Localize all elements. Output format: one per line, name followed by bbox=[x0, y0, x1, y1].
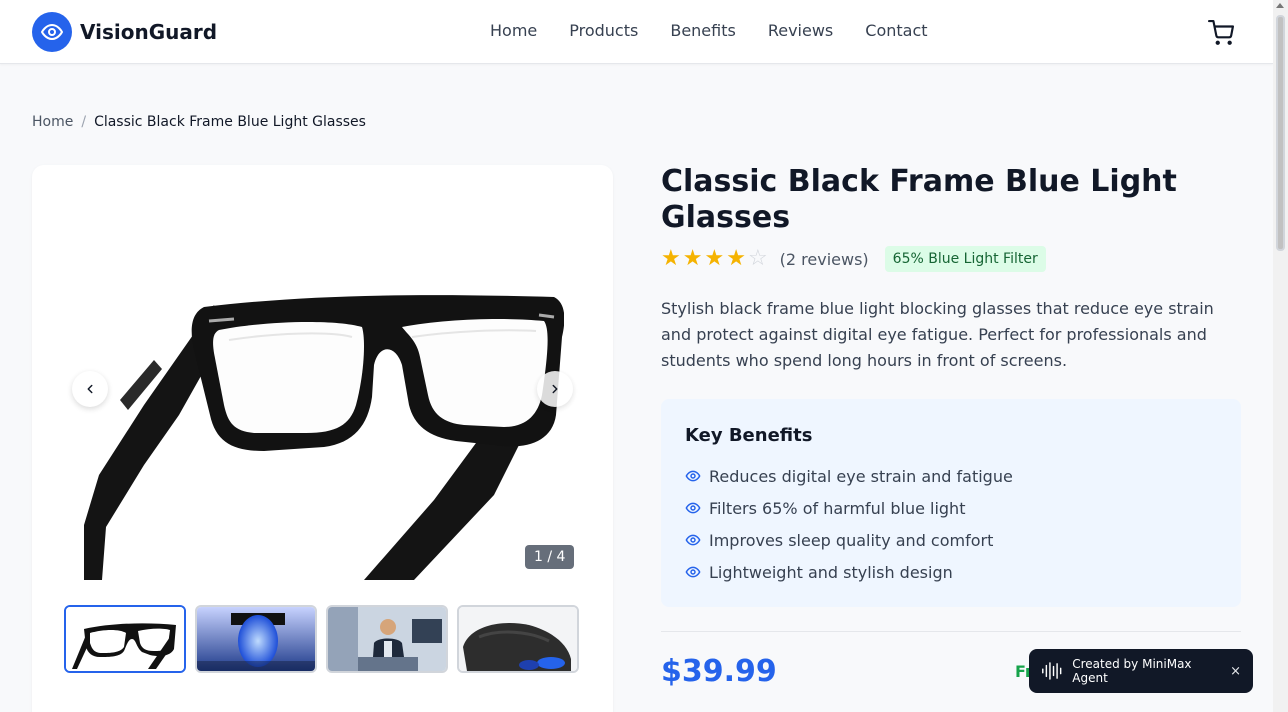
thumbnail-4[interactable] bbox=[457, 605, 579, 673]
star-rating: ★ ★ ★ ★ ☆ bbox=[661, 247, 770, 271]
breadcrumb-separator: / bbox=[81, 114, 87, 130]
chevron-left-icon bbox=[87, 384, 93, 394]
review-count[interactable]: (2 reviews) bbox=[780, 250, 869, 269]
benefit-text: Filters 65% of harmful blue light bbox=[709, 498, 966, 518]
benefit-text: Improves sleep quality and comfort bbox=[709, 530, 994, 550]
chevron-right-icon bbox=[552, 384, 558, 394]
rating-row: ★ ★ ★ ★ ☆ (2 reviews) 65% Blue Light Fil… bbox=[661, 245, 1046, 273]
blue-light-badge: 65% Blue Light Filter bbox=[884, 246, 1046, 272]
scroll-up-icon[interactable] bbox=[1276, 3, 1284, 8]
eye-icon bbox=[685, 534, 701, 546]
breadcrumb: Home / Classic Black Frame Blue Light Gl… bbox=[32, 114, 366, 130]
nav-contact[interactable]: Contact bbox=[865, 21, 927, 41]
star-icon: ★ bbox=[726, 246, 746, 271]
toast-label: Created by MiniMax Agent bbox=[1072, 657, 1192, 685]
eye-icon bbox=[685, 566, 701, 578]
star-icon: ★ bbox=[682, 246, 703, 271]
waveform-icon bbox=[1042, 662, 1062, 680]
product-image bbox=[84, 295, 564, 580]
next-image-button[interactable] bbox=[537, 371, 573, 407]
benefit-item: Improves sleep quality and comfort bbox=[685, 524, 1217, 556]
previous-image-button[interactable] bbox=[72, 371, 108, 407]
benefit-item: Lightweight and stylish design bbox=[685, 556, 1217, 588]
nav-reviews[interactable]: Reviews bbox=[768, 21, 833, 41]
product-price: $39.99 bbox=[661, 654, 777, 689]
product-gallery: 1 / 4 bbox=[32, 165, 613, 712]
eye-icon bbox=[685, 502, 701, 514]
breadcrumb-home[interactable]: Home bbox=[32, 114, 73, 130]
benefit-item: Filters 65% of harmful blue light bbox=[685, 492, 1217, 524]
star-icon: ★ bbox=[704, 246, 725, 271]
cart-icon[interactable] bbox=[1208, 20, 1234, 46]
thumbnail-2[interactable] bbox=[195, 605, 317, 673]
nav-benefits[interactable]: Benefits bbox=[670, 21, 736, 41]
star-icon: ★ bbox=[661, 246, 681, 271]
benefit-item: Reduces digital eye strain and fatigue bbox=[685, 460, 1217, 492]
brand-name: VisionGuard bbox=[80, 20, 218, 44]
star-icon: ☆ bbox=[747, 246, 768, 271]
product-title: Classic Black Frame Blue Light Glasses bbox=[661, 164, 1177, 235]
minimax-agent-toast[interactable]: Created by MiniMax Agent × bbox=[1029, 649, 1253, 693]
nav-products[interactable]: Products bbox=[569, 21, 638, 41]
brand-logo[interactable]: VisionGuard bbox=[32, 12, 217, 52]
main-nav: Home Products Benefits Reviews Contact bbox=[490, 21, 960, 41]
benefit-text: Reduces digital eye strain and fatigue bbox=[709, 466, 1013, 486]
key-benefits-panel: Key Benefits Reduces digital eye strain … bbox=[661, 399, 1241, 607]
eye-icon bbox=[685, 470, 701, 482]
breadcrumb-current: Classic Black Frame Blue Light Glasses bbox=[94, 114, 366, 130]
nav-home[interactable]: Home bbox=[490, 21, 537, 41]
close-icon[interactable]: × bbox=[1230, 664, 1241, 679]
product-description: Stylish black frame blue light blocking … bbox=[661, 299, 1214, 370]
page-scrollbar[interactable] bbox=[1273, 0, 1288, 712]
image-counter: 1 / 4 bbox=[525, 545, 575, 569]
scrollbar-thumb[interactable] bbox=[1276, 15, 1285, 251]
key-benefits-title: Key Benefits bbox=[685, 425, 813, 446]
thumbnail-1[interactable] bbox=[64, 605, 186, 673]
thumbnail-strip bbox=[64, 605, 588, 673]
section-divider bbox=[661, 631, 1241, 632]
eye-icon bbox=[32, 12, 72, 52]
thumbnail-3[interactable] bbox=[326, 605, 448, 673]
site-header: VisionGuard Home Products Benefits Revie… bbox=[0, 0, 1273, 64]
benefit-text: Lightweight and stylish design bbox=[709, 562, 953, 582]
